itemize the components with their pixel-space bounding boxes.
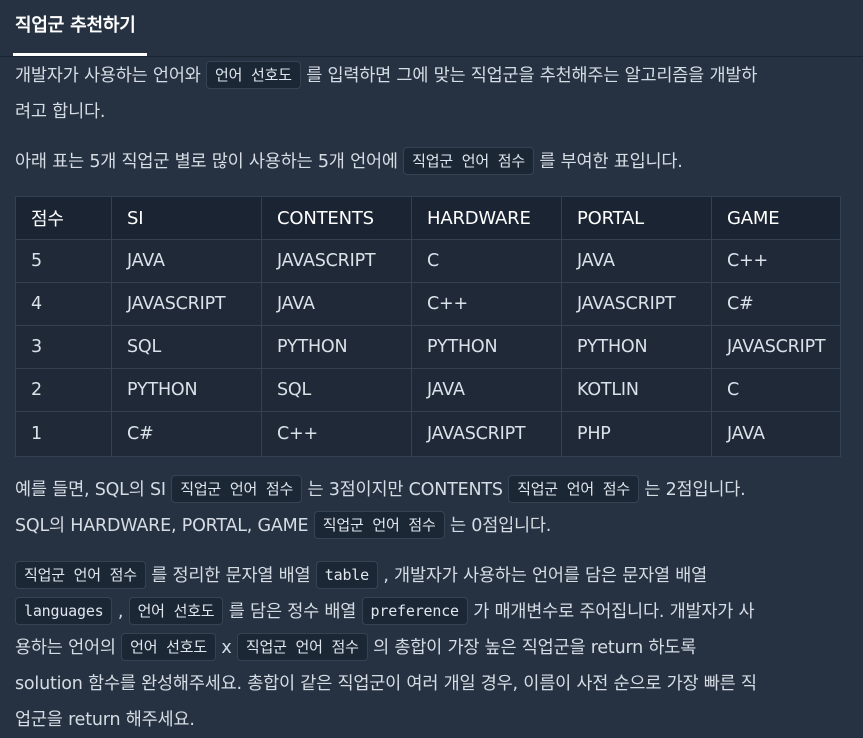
text: 를 정리한 문자열 배열: [145, 566, 316, 586]
table-cell: JAVA: [261, 282, 412, 326]
inline-code: table: [315, 561, 378, 589]
score-table: 점수 SI CONTENTS HARDWARE PORTAL GAME 5 JA…: [15, 196, 841, 457]
table-row: 4 JAVASCRIPT JAVA C++ JAVASCRIPT C#: [15, 282, 841, 326]
text: 용하는 언어의: [15, 638, 122, 658]
table-header: HARDWARE: [411, 196, 562, 240]
inline-code: 직업군 언어 점수: [15, 561, 146, 589]
paragraph-task: 직업군 언어 점수 를 정리한 문자열 배열 table , 개발자가 사용하는…: [15, 558, 855, 738]
tab-bar: 직업군 추천하기: [0, 0, 863, 57]
text: 가 매개변수로 주어집니다. 개발자가 사: [467, 602, 755, 622]
text: ,: [112, 602, 129, 622]
table-cell: PHP: [561, 411, 712, 457]
table-header: PORTAL: [561, 196, 712, 240]
table-cell: 5: [15, 239, 112, 283]
table-cell: JAVASCRIPT: [111, 282, 262, 326]
table-cell: JAVA: [411, 368, 562, 412]
table-cell: C: [711, 368, 841, 412]
table-cell: JAVA: [561, 239, 712, 283]
inline-code: 직업군 언어 점수: [403, 147, 535, 175]
inline-code: 언어 선호도: [206, 61, 301, 89]
table-cell: 3: [15, 325, 112, 369]
table-cell: C: [411, 239, 562, 283]
inline-code: 직업군 언어 점수: [508, 475, 639, 503]
text: 개발자가 사용하는 언어와: [15, 66, 206, 86]
table-header: 점수: [15, 196, 112, 240]
text: solution 함수를 완성해주세요. 총합이 같은 직업군이 여러 개일 경…: [15, 674, 757, 694]
text: 업군을 return 해주세요.: [15, 710, 195, 730]
paragraph-table-intro: 아래 표는 5개 직업군 별로 많이 사용하는 5개 언어에 직업군 언어 점수…: [15, 144, 855, 180]
table-cell: SQL: [111, 325, 262, 369]
table-cell: C#: [711, 282, 841, 326]
inline-code: 언어 선호도: [121, 633, 216, 661]
inline-code: 직업군 언어 점수: [171, 475, 303, 503]
text: 를 부여한 표입니다.: [534, 152, 683, 172]
text: 아래 표는 5개 직업군 별로 많이 사용하는 5개 언어에: [15, 152, 404, 172]
table-cell: 4: [15, 282, 112, 326]
text: 는 2점입니다.: [638, 480, 746, 500]
text: 의 총합이 가장 높은 직업군을 return 하도록: [367, 638, 697, 658]
inline-code: 직업군 언어 점수: [236, 633, 368, 661]
text: 예를 들면, SQL의 SI: [15, 480, 172, 500]
table-cell: JAVASCRIPT: [711, 325, 841, 369]
tab-problem-title[interactable]: 직업군 추천하기: [15, 11, 136, 37]
inline-code: languages: [15, 597, 113, 625]
text: SQL의 HARDWARE, PORTAL, GAME: [15, 516, 314, 536]
table-cell: JAVASCRIPT: [261, 239, 412, 283]
paragraph-example: 예를 들면, SQL의 SI 직업군 언어 점수 는 3점이지만 CONTENT…: [15, 472, 855, 544]
table-cell: 1: [15, 411, 112, 457]
table-cell: PYTHON: [561, 325, 712, 369]
table-cell: JAVA: [111, 239, 262, 283]
table-cell: C++: [261, 411, 412, 457]
table-cell: PYTHON: [261, 325, 412, 369]
table-cell: KOTLIN: [561, 368, 712, 412]
table-cell: PYTHON: [411, 325, 562, 369]
text: 려고 합니다.: [15, 102, 106, 122]
table-cell: JAVA: [711, 411, 841, 457]
table-row: 1 C# C++ JAVASCRIPT PHP JAVA: [15, 411, 841, 457]
table-row: 5 JAVA JAVASCRIPT C JAVA C++: [15, 239, 841, 283]
text: 를 담은 정수 배열: [223, 602, 362, 622]
paragraph-intro: 개발자가 사용하는 언어와 언어 선호도 를 입력하면 그에 맞는 직업군을 추…: [15, 58, 855, 130]
table-row: 2 PYTHON SQL JAVA KOTLIN C: [15, 368, 841, 412]
table-cell: C++: [711, 239, 841, 283]
table-header: CONTENTS: [261, 196, 412, 240]
table-cell: C++: [411, 282, 562, 326]
text: 를 입력하면 그에 맞는 직업군을 추천해주는 알고리즘을 개발하: [300, 66, 758, 86]
table-cell: SQL: [261, 368, 412, 412]
inline-code: 언어 선호도: [128, 597, 224, 625]
table-header-row: 점수 SI CONTENTS HARDWARE PORTAL GAME: [15, 196, 841, 240]
table-header: GAME: [711, 196, 841, 240]
text: 는 3점이지만 CONTENTS: [302, 480, 509, 500]
inline-code: 직업군 언어 점수: [313, 511, 445, 539]
table-cell: C#: [111, 411, 262, 457]
table-cell: JAVASCRIPT: [561, 282, 712, 326]
text: x: [215, 638, 237, 658]
active-tab-underline: [13, 53, 147, 56]
text: , 개발자가 사용하는 언어를 담은 문자열 배열: [377, 566, 708, 586]
inline-code: preference: [361, 597, 468, 625]
table-row: 3 SQL PYTHON PYTHON PYTHON JAVASCRIPT: [15, 325, 841, 369]
table-header: SI: [111, 196, 262, 240]
table-cell: PYTHON: [111, 368, 262, 412]
text: 는 0점입니다.: [444, 516, 552, 536]
table-cell: JAVASCRIPT: [411, 411, 562, 457]
table-cell: 2: [15, 368, 112, 412]
